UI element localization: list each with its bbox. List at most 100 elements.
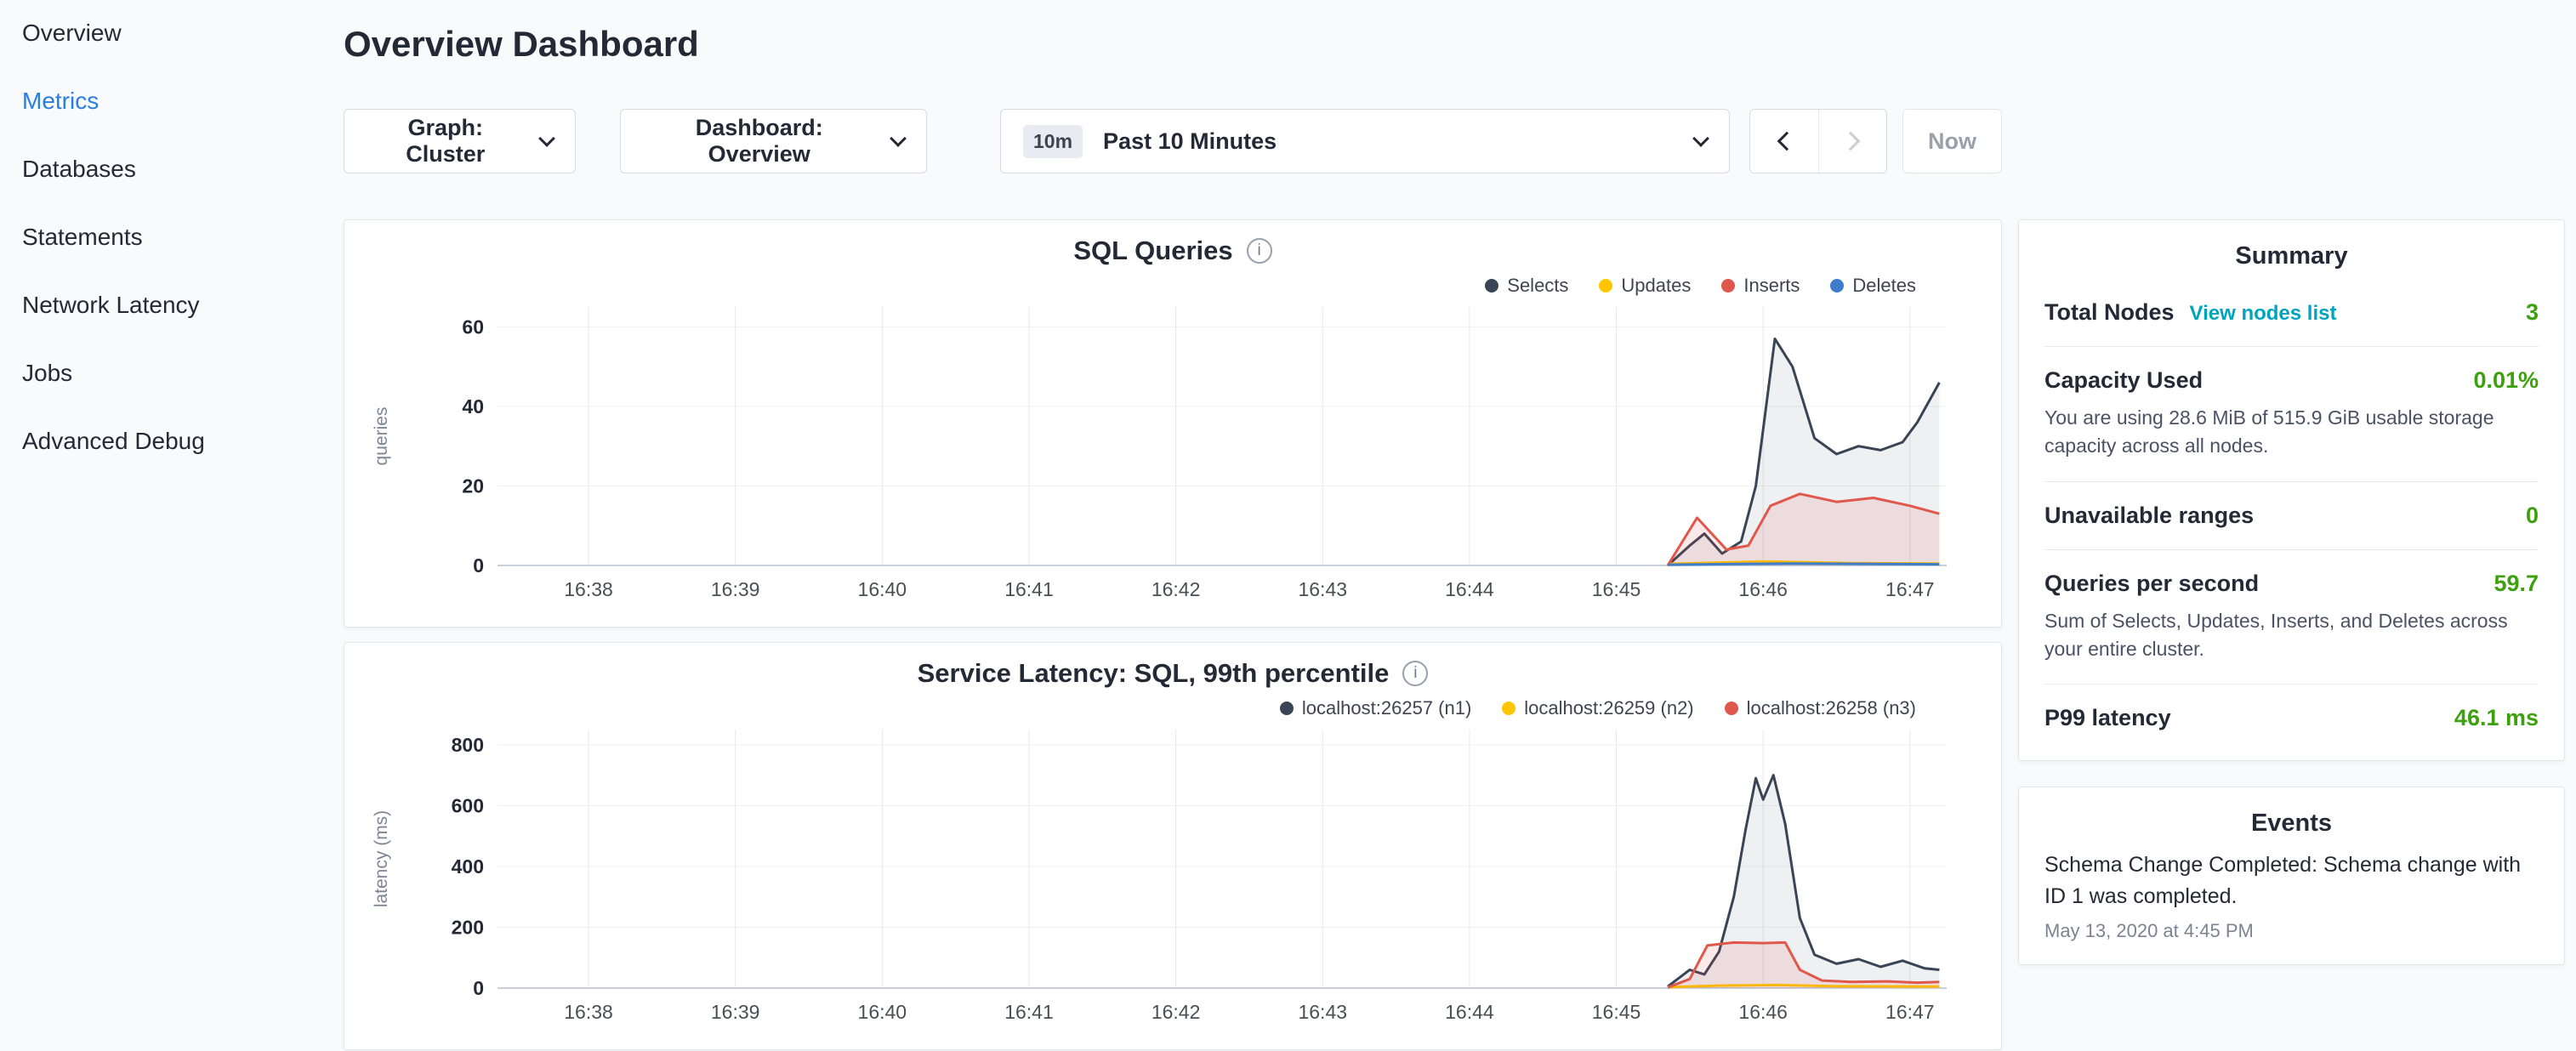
svg-text:16:46: 16:46	[1738, 578, 1788, 600]
now-button[interactable]: Now	[1902, 109, 2002, 173]
sql-queries-chart[interactable]: 020406016:3816:3916:4016:4116:4216:4316:…	[370, 298, 1976, 618]
legend-label: localhost:26257 (n1)	[1302, 697, 1471, 719]
legend-label: Selects	[1507, 275, 1568, 297]
svg-text:16:41: 16:41	[1004, 578, 1054, 600]
info-icon[interactable]: i	[1247, 238, 1272, 264]
svg-text:16:43: 16:43	[1298, 578, 1347, 600]
svg-text:400: 400	[452, 855, 484, 878]
chevron-down-icon	[539, 130, 556, 147]
svg-text:16:44: 16:44	[1445, 578, 1494, 600]
chart-title-text: SQL Queries	[1073, 236, 1232, 266]
time-controls: 10m Past 10 Minutes Now	[1000, 109, 2002, 173]
legend-label: localhost:26258 (n3)	[1747, 697, 1916, 719]
svg-text:600: 600	[452, 794, 484, 816]
sidebar-item-overview[interactable]: Overview	[22, 20, 344, 46]
svg-text:16:47: 16:47	[1885, 1001, 1935, 1023]
graph-scope-dropdown[interactable]: Graph: Cluster	[344, 109, 576, 173]
svg-text:16:39: 16:39	[711, 578, 760, 600]
view-nodes-list-link[interactable]: View nodes list	[2190, 302, 2337, 326]
summary-value: 46.1 ms	[2454, 705, 2539, 731]
right-sidebar: Summary Total Nodes View nodes list 3 Ca…	[2018, 219, 2565, 1051]
legend-dot-icon	[1721, 279, 1735, 293]
sql-queries-chart-card: SQL Queries i Selects Updates Inserts Delet…	[344, 219, 2002, 628]
svg-text:16:45: 16:45	[1592, 1001, 1641, 1023]
time-range-badge: 10m	[1023, 125, 1083, 158]
svg-text:queries: queries	[372, 407, 391, 466]
event-message: Schema Change Completed: Schema change w…	[2044, 849, 2539, 912]
service-latency-chart-card: Service Latency: SQL, 99th percentile i …	[344, 642, 2002, 1050]
svg-text:16:39: 16:39	[711, 1001, 760, 1023]
legend-item[interactable]: localhost:26258 (n3)	[1725, 697, 1916, 719]
svg-text:0: 0	[473, 977, 484, 999]
legend-dot-icon	[1502, 702, 1515, 715]
svg-text:200: 200	[452, 916, 484, 938]
svg-text:0: 0	[473, 554, 484, 577]
event-item: Schema Change Completed: Schema change w…	[2044, 849, 2539, 942]
svg-text:20: 20	[462, 474, 484, 497]
summary-label: Capacity Used	[2044, 367, 2203, 394]
dashboard-controls: Graph: Cluster Dashboard: Overview 10m P…	[344, 109, 2002, 173]
dashboard-dropdown[interactable]: Dashboard: Overview	[620, 109, 927, 173]
summary-label: Total Nodes	[2044, 299, 2175, 326]
legend-item[interactable]: Inserts	[1721, 275, 1800, 297]
chart-title: Service Latency: SQL, 99th percentile i	[370, 658, 1976, 689]
summary-row-total-nodes: Total Nodes View nodes list 3	[2044, 279, 2539, 347]
legend-label: Updates	[1621, 275, 1691, 297]
time-range-dropdown[interactable]: 10m Past 10 Minutes	[1000, 109, 1730, 173]
svg-text:16:47: 16:47	[1885, 578, 1935, 600]
graph-scope-label: Graph: Cluster	[367, 115, 524, 168]
service-latency-chart[interactable]: 020040060080016:3816:3916:4016:4116:4216…	[370, 721, 1976, 1041]
legend-item[interactable]: localhost:26259 (n2)	[1502, 697, 1693, 719]
svg-text:16:42: 16:42	[1152, 578, 1201, 600]
time-range-label: Past 10 Minutes	[1103, 128, 1695, 155]
legend-dot-icon	[1725, 702, 1738, 715]
chart-title-text: Service Latency: SQL, 99th percentile	[918, 658, 1390, 689]
svg-text:16:40: 16:40	[858, 1001, 907, 1023]
events-title: Events	[2044, 810, 2539, 838]
dashboard-label: Dashboard: Overview	[643, 115, 875, 168]
summary-row-capacity-used: Capacity Used 0.01% You are using 28.6 M…	[2044, 347, 2539, 482]
svg-text:16:38: 16:38	[564, 578, 613, 600]
svg-text:800: 800	[452, 734, 484, 756]
info-icon[interactable]: i	[1402, 661, 1428, 686]
summary-row-unavailable-ranges: Unavailable ranges 0	[2044, 482, 2539, 550]
summary-description: You are using 28.6 MiB of 515.9 GiB usab…	[2044, 404, 2539, 461]
chart-legend: localhost:26257 (n1) localhost:26259 (n2)…	[370, 696, 1976, 721]
summary-value: 0.01%	[2473, 367, 2539, 394]
svg-text:40: 40	[462, 395, 484, 418]
summary-row-p99-latency: P99 latency 46.1 ms	[2044, 685, 2539, 752]
legend-dot-icon	[1280, 702, 1294, 715]
summary-label: Unavailable ranges	[2044, 503, 2254, 529]
summary-row-queries-per-second: Queries per second 59.7 Sum of Selects, …	[2044, 550, 2539, 685]
time-forward-button[interactable]	[1818, 110, 1886, 173]
sidebar-item-metrics[interactable]: Metrics	[22, 88, 344, 114]
legend-label: Inserts	[1743, 275, 1800, 297]
summary-title: Summary	[2044, 242, 2539, 270]
sidebar-item-statements[interactable]: Statements	[22, 224, 344, 250]
svg-text:16:43: 16:43	[1298, 1001, 1347, 1023]
summary-description: Sum of Selects, Updates, Inserts, and De…	[2044, 607, 2539, 664]
legend-item[interactable]: Updates	[1599, 275, 1691, 297]
sidebar: Overview Metrics Databases Statements Ne…	[0, 0, 344, 1051]
legend-dot-icon	[1485, 279, 1498, 293]
chevron-down-icon	[890, 130, 907, 147]
svg-text:16:38: 16:38	[564, 1001, 613, 1023]
events-panel: Events Schema Change Completed: Schema c…	[2018, 787, 2565, 965]
main-content: Overview Dashboard Graph: Cluster Dashbo…	[344, 0, 2002, 1051]
sidebar-item-network-latency[interactable]: Network Latency	[22, 293, 344, 318]
legend-item[interactable]: Selects	[1485, 275, 1568, 297]
svg-text:16:44: 16:44	[1445, 1001, 1494, 1023]
sidebar-item-jobs[interactable]: Jobs	[22, 361, 344, 386]
svg-text:16:46: 16:46	[1738, 1001, 1788, 1023]
legend-item[interactable]: localhost:26257 (n1)	[1280, 697, 1471, 719]
sidebar-item-advanced-debug[interactable]: Advanced Debug	[22, 429, 344, 454]
legend-dot-icon	[1830, 279, 1844, 293]
legend-dot-icon	[1599, 279, 1612, 293]
legend-item[interactable]: Deletes	[1830, 275, 1916, 297]
time-back-button[interactable]	[1750, 110, 1818, 173]
summary-panel: Summary Total Nodes View nodes list 3 Ca…	[2018, 219, 2565, 761]
app-root: Overview Metrics Databases Statements Ne…	[0, 0, 2576, 1051]
summary-value: 0	[2526, 503, 2539, 529]
sidebar-item-databases[interactable]: Databases	[22, 156, 344, 182]
svg-text:latency (ms): latency (ms)	[372, 810, 391, 907]
